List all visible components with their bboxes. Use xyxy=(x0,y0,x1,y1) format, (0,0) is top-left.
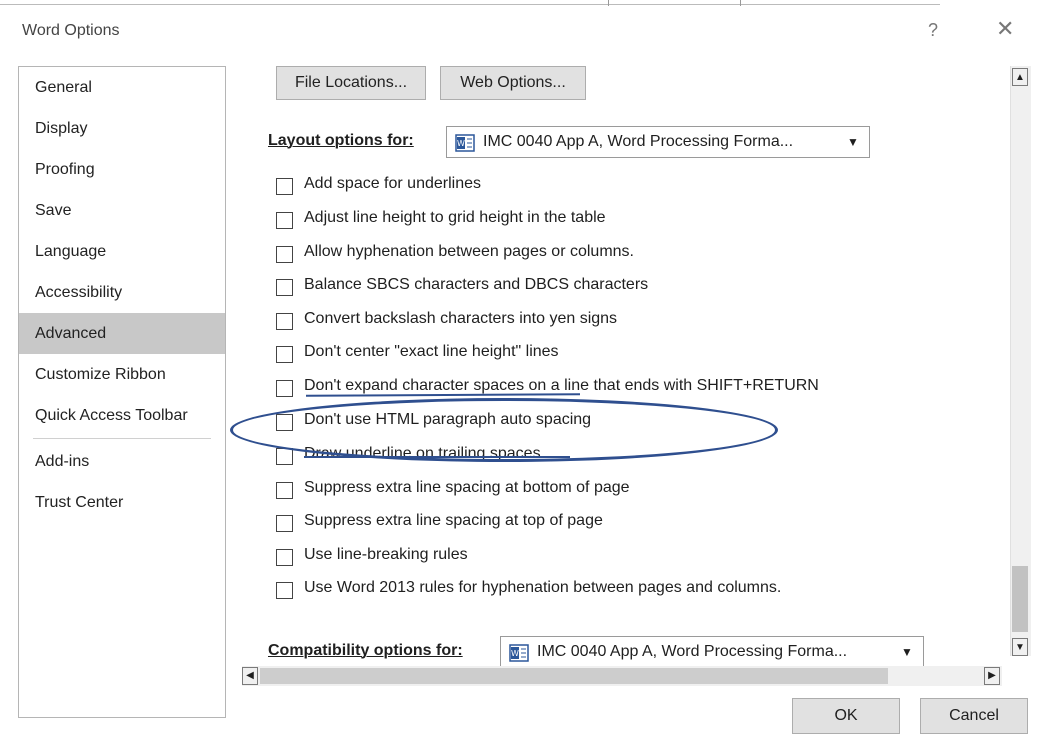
word-document-icon: W xyxy=(455,133,475,152)
option-label: Don't center "exact line height" lines xyxy=(304,343,559,360)
annotation-stroke xyxy=(304,456,570,458)
advanced-options-panel: File Locations... Web Options... Layout … xyxy=(242,56,1010,686)
checkbox[interactable] xyxy=(276,212,293,229)
sidebar-item-display[interactable]: Display xyxy=(19,108,225,149)
sidebar-item-accessibility[interactable]: Accessibility xyxy=(19,272,225,313)
svg-text:W: W xyxy=(511,649,519,658)
scroll-up-arrow-icon[interactable]: ▲ xyxy=(1012,68,1028,86)
title-bar: Word Options ? ✕ xyxy=(0,0,1040,60)
sidebar-item-customize-ribbon[interactable]: Customize Ribbon xyxy=(19,354,225,395)
checkbox[interactable] xyxy=(276,178,293,195)
layout-document-value: IMC 0040 App A, Word Processing Forma... xyxy=(483,133,794,150)
chevron-down-icon: ▼ xyxy=(901,645,913,659)
sidebar-item-advanced[interactable]: Advanced xyxy=(19,313,225,354)
checkbox[interactable] xyxy=(276,380,293,397)
ok-button[interactable]: OK xyxy=(792,698,900,734)
scroll-right-arrow-icon[interactable]: ▶ xyxy=(984,667,1000,685)
sidebar-item-add-ins[interactable]: Add-ins xyxy=(19,441,225,482)
chevron-down-icon: ▼ xyxy=(847,135,859,149)
help-button[interactable]: ? xyxy=(928,20,938,41)
option-label: Suppress extra line spacing at bottom of… xyxy=(304,479,630,496)
layout-options-label: Layout options for: xyxy=(268,132,414,149)
horizontal-scroll-thumb[interactable] xyxy=(260,668,888,684)
checkbox[interactable] xyxy=(276,482,293,499)
sidebar-item-save[interactable]: Save xyxy=(19,190,225,231)
sidebar-divider xyxy=(33,438,211,439)
checkbox[interactable] xyxy=(276,515,293,532)
option-label: Use line-breaking rules xyxy=(304,546,468,563)
file-locations-button[interactable]: File Locations... xyxy=(276,66,426,100)
options-sidebar: General Display Proofing Save Language A… xyxy=(18,66,226,718)
option-label: Use Word 2013 rules for hyphenation betw… xyxy=(304,579,782,596)
option-label: Suppress extra line spacing at top of pa… xyxy=(304,512,603,529)
option-label: Balance SBCS characters and DBCS charact… xyxy=(304,276,649,293)
option-label: Don't expand character spaces on a line … xyxy=(304,377,819,394)
option-label: Add space for underlines xyxy=(304,175,481,192)
sidebar-item-general[interactable]: General xyxy=(19,67,225,108)
word-document-icon: W xyxy=(509,643,529,662)
option-label: Adjust line height to grid height in the… xyxy=(304,209,606,226)
svg-text:W: W xyxy=(457,139,465,148)
checkbox[interactable] xyxy=(276,414,293,431)
cancel-button[interactable]: Cancel xyxy=(920,698,1028,734)
option-label: Draw underline on trailing spaces xyxy=(304,445,541,462)
sidebar-item-quick-access-toolbar[interactable]: Quick Access Toolbar xyxy=(19,395,225,436)
checkbox[interactable] xyxy=(276,279,293,296)
background-window-edge xyxy=(0,4,940,5)
sidebar-item-language[interactable]: Language xyxy=(19,231,225,272)
checkbox[interactable] xyxy=(276,448,293,465)
compatibility-options-label: Compatibility options for: xyxy=(268,642,463,659)
sidebar-item-trust-center[interactable]: Trust Center xyxy=(19,482,225,523)
window-title: Word Options xyxy=(22,22,120,39)
checkbox[interactable] xyxy=(276,313,293,330)
close-button[interactable]: ✕ xyxy=(996,16,1014,42)
checkbox[interactable] xyxy=(276,346,293,363)
scroll-down-arrow-icon[interactable]: ▼ xyxy=(1012,638,1028,656)
compatibility-document-value: IMC 0040 App A, Word Processing Forma... xyxy=(537,643,848,660)
background-window-divider xyxy=(740,0,741,6)
scroll-left-arrow-icon[interactable]: ◀ xyxy=(242,667,258,685)
option-label: Allow hyphenation between pages or colum… xyxy=(304,243,634,260)
checkbox[interactable] xyxy=(276,246,293,263)
vertical-scroll-thumb[interactable] xyxy=(1012,566,1028,632)
checkbox[interactable] xyxy=(276,582,293,599)
sidebar-item-proofing[interactable]: Proofing xyxy=(19,149,225,190)
checkbox[interactable] xyxy=(276,549,293,566)
compatibility-document-select[interactable]: W IMC 0040 App A, Word Processing Forma.… xyxy=(500,636,924,668)
option-label: Convert backslash characters into yen si… xyxy=(304,310,618,327)
background-window-divider xyxy=(608,0,609,6)
option-label: Don't use HTML paragraph auto spacing xyxy=(304,411,592,428)
layout-document-select[interactable]: W IMC 0040 App A, Word Processing Forma.… xyxy=(446,126,870,158)
web-options-button[interactable]: Web Options... xyxy=(440,66,586,100)
